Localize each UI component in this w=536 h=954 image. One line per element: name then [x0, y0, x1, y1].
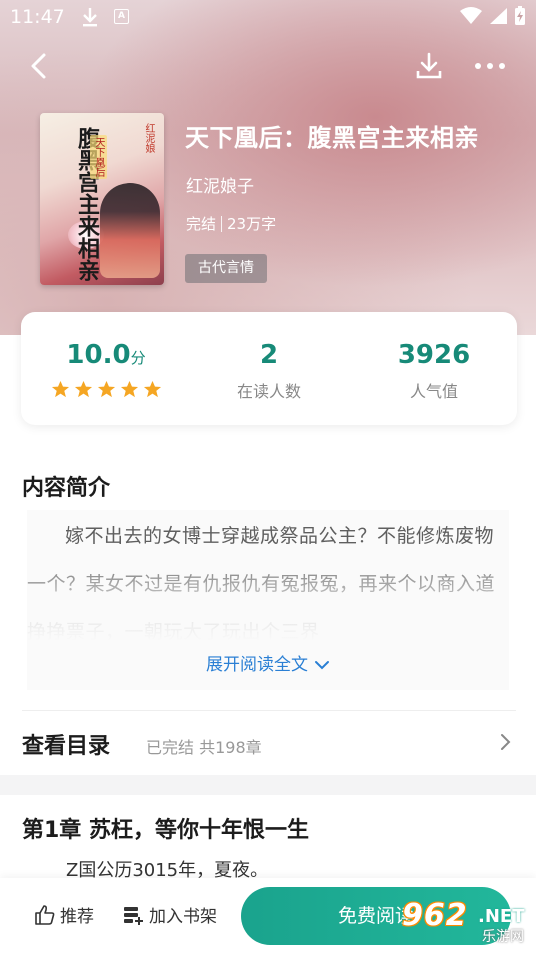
recommend-button[interactable]: 推荐: [34, 902, 94, 927]
star-icon: [143, 380, 161, 398]
score-stat: 10.0分: [31, 312, 181, 425]
chapter-title: 第1章 苏枉，等你十年恨一生: [22, 818, 309, 843]
more-icon: [475, 63, 505, 69]
section-divider: [22, 710, 516, 711]
book-word-count: 23万字: [227, 215, 277, 233]
book-cover[interactable]: 腹黑宫主来相亲 天下凰后 红泥娘: [40, 113, 164, 285]
app-notification-icon: A: [114, 9, 129, 24]
recommend-label: 推荐: [60, 907, 94, 927]
toc-status: 已完结 共198章: [146, 738, 262, 757]
star-icon: [74, 380, 92, 398]
score-unit: 分: [130, 349, 146, 367]
popularity-label: 人气值: [409, 382, 458, 401]
popularity-value: 3926: [397, 340, 471, 370]
rating-stars: [31, 380, 181, 399]
download-button[interactable]: [413, 50, 445, 82]
bookshelf-add-icon: [124, 906, 143, 925]
popularity-stat: 3926 人气值: [359, 312, 509, 425]
cover-badge: 天下凰后: [90, 135, 107, 179]
book-author[interactable]: 红泥娘子: [186, 172, 254, 197]
book-title: 天下凰后：腹黑宫主来相亲: [185, 124, 479, 152]
readers-stat: 2 在读人数: [194, 312, 344, 425]
download-status-icon: [80, 6, 100, 32]
cover-figure: [100, 183, 160, 278]
star-icon: [51, 380, 69, 398]
add-to-shelf-button[interactable]: 加入书架: [122, 902, 217, 927]
genre-tag[interactable]: 古代言情: [185, 254, 267, 283]
back-arrow-icon: [31, 53, 46, 79]
intro-panel: 嫁不出去的女博士穿越成祭品公主？不能修炼废物一个？某女不过是有仇报仇有冤报冤，再…: [27, 510, 509, 690]
watermark-suffix: .NET: [478, 906, 525, 927]
readers-value: 2: [259, 340, 279, 370]
toc-row[interactable]: 查看目录 已完结 共198章: [0, 712, 536, 774]
wifi-icon: [460, 7, 482, 24]
shelf-label: 加入书架: [149, 907, 217, 927]
site-watermark: 962 .NET 乐游网: [396, 896, 531, 948]
watermark-site: 乐游网: [482, 929, 524, 945]
download-icon: [416, 52, 442, 79]
watermark-number: 962: [402, 898, 468, 933]
back-button[interactable]: [24, 50, 56, 82]
more-button[interactable]: [472, 52, 508, 80]
thumbs-up-icon: [35, 904, 55, 925]
chevron-down-icon: [315, 661, 329, 670]
book-meta: 完结 23万字: [186, 213, 276, 234]
intro-heading: 内容简介: [22, 476, 111, 501]
star-icon: [97, 380, 115, 398]
battery-icon: [515, 6, 525, 25]
expand-label: 展开阅读全文: [206, 655, 308, 675]
score-value-line: 10.0分: [31, 338, 181, 372]
readers-label: 在读人数: [236, 382, 301, 401]
status-bar: 11:47 A: [0, 0, 536, 36]
star-icon: [120, 380, 138, 398]
book-header: 11:47 A 腹黑宫主来相亲 天下凰后 红泥娘 天下凰后：腹黑宫主来相亲 红泥…: [0, 0, 536, 335]
book-status: 完结: [186, 215, 217, 233]
toc-heading: 查看目录: [22, 734, 111, 759]
signal-icon: [490, 8, 507, 24]
cover-author: 红泥娘: [143, 123, 154, 153]
system-status-icons: [460, 6, 526, 26]
status-time: 11:47: [10, 6, 65, 28]
meta-divider: [221, 215, 223, 232]
score-value: 10.0: [66, 340, 131, 370]
stats-card: 10.0分 2 在读人数 3926 人气值: [21, 312, 517, 425]
expand-button[interactable]: 展开阅读全文: [27, 650, 509, 675]
chevron-right-icon: [501, 734, 511, 750]
